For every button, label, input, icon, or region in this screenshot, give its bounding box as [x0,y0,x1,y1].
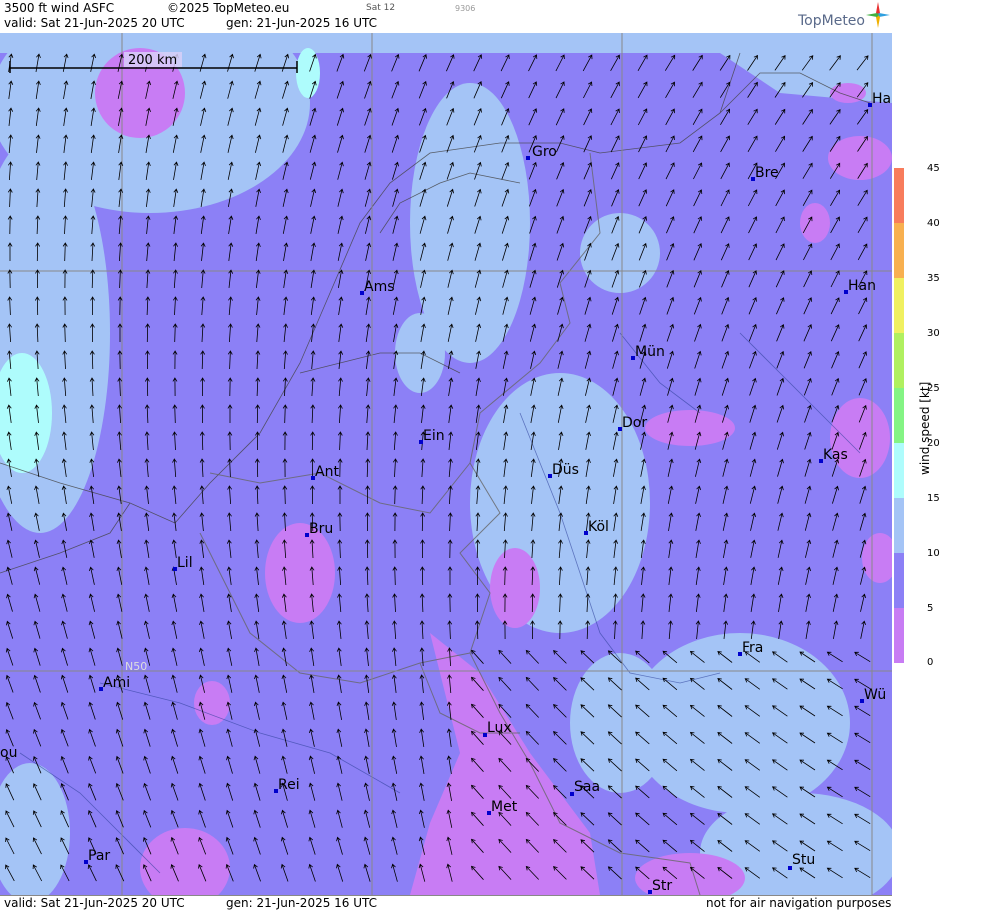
city-label-ami: Ami [103,675,130,691]
generated-time: gen: 21-Jun-2025 16 UTC [226,16,378,30]
legend-tick: 40 [927,218,940,229]
colorbar-band-35-40 [894,223,904,278]
city-label-stu: Stu [792,852,815,868]
city-label-ha: Ha [872,91,891,107]
city-label-dus: Düs [552,462,579,478]
city-label-gro: Gro [532,144,557,160]
legend-tick: 30 [927,328,940,339]
disclaimer: not for air navigation purposes [706,896,892,910]
city-label-lux: Lux [487,720,512,736]
city-label-bru: Bru [309,521,333,537]
city-label-ou: ou [0,745,17,761]
colorbar-band-40-45 [894,168,904,223]
colorbar-band-30-35 [894,278,904,333]
city-label-saa: Saa [574,779,600,795]
footer-bar: valid: Sat 21-Jun-2025 20 UTC gen: 21-Ju… [0,895,892,910]
product-title: 3500 ft wind ASFC [4,1,115,15]
legend-tick: 10 [927,548,940,559]
scale-label: 200 km [128,53,177,68]
legend-title: wind speed [kt] [918,381,932,475]
city-label-str: Str [652,878,672,894]
city-marker [526,156,530,160]
legend-tick: 5 [927,603,934,614]
city-label-kas: Kas [823,447,848,463]
city-label-ein: Ein [423,428,445,444]
day-code: Sat 12 [366,3,396,13]
footer-generated-time: gen: 21-Jun-2025 16 UTC [226,896,378,910]
colorbar-band-20-25 [894,388,904,443]
city-label-mun: Mün [635,344,665,360]
city-label-met: Met [491,799,518,815]
city-label-rei: Rei [278,777,300,793]
latitude-label: N50 [125,660,147,673]
city-label-fra: Fra [742,640,763,656]
footer-valid-time: valid: Sat 21-Jun-2025 20 UTC [4,896,185,910]
city-label-ant: Ant [315,464,339,480]
colorbar [894,168,904,663]
legend-tick: 0 [927,657,934,668]
colorbar-band-15-20 [894,443,904,498]
city-label-par: Par [88,848,110,864]
header-bar: 3500 ft wind ASFC ©2025 TopMeteo.eu Sat … [0,0,892,34]
legend-tick: 45 [927,163,940,174]
topmeteo-logo: TopMeteo [798,13,865,29]
colorbar-band-25-30 [894,333,904,388]
wind-map: 200 km N50 Ha Gro Bre Ams Han Mün Ein Do… [0,33,892,895]
valid-time: valid: Sat 21-Jun-2025 20 UTC [4,16,185,30]
colorbar-band-0-5 [894,608,904,663]
city-label-han: Han [848,278,876,294]
compass-star-icon [866,2,890,28]
colorbar-band-10-15 [894,498,904,553]
colorbar-band-5-10 [894,553,904,608]
city-label-dor: Dor [622,415,647,431]
copyright: ©2025 TopMeteo.eu [167,1,290,15]
color-legend: 45 40 35 30 25 20 15 10 5 0 [893,0,983,909]
run-code: 9306 [455,4,476,13]
legend-tick: 15 [927,493,940,504]
city-label-lil: Lil [177,555,193,571]
city-label-wu: Wü [864,687,886,703]
city-label-bre: Bre [755,165,779,181]
legend-tick: 35 [927,273,940,284]
city-label-kol: Köl [588,519,609,535]
city-label-ams: Ams [364,279,395,295]
